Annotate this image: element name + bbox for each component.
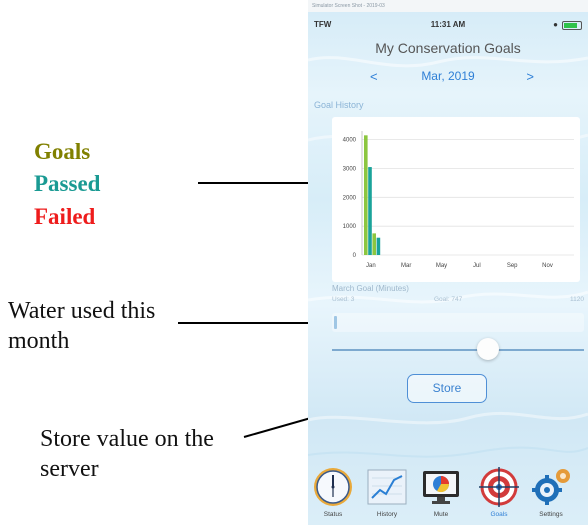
- water-used-progress-bar: [332, 313, 584, 332]
- y-tick-label: 2000: [343, 195, 357, 201]
- water-used-annotation: Water used this month: [8, 298, 156, 354]
- x-tick-label: Nov: [542, 263, 553, 269]
- y-tick-label: 4000: [343, 138, 357, 144]
- goal-history-chart: 0 1000 2000 3000 4000 Jan Mar May Jul Sep Nov: [332, 117, 580, 282]
- bar-goals: [364, 135, 368, 255]
- tab-label-status: Status: [323, 511, 343, 518]
- x-tick-label: May: [436, 263, 447, 269]
- trend-chart-icon: [367, 469, 407, 505]
- phone-screenshot: Simulator Screen Shot - 2019-03 TFW 11:3…: [308, 0, 588, 525]
- goal-value: Goal: 747: [434, 296, 463, 303]
- lock-icon: ●: [553, 20, 558, 29]
- tab-label-goals: Goals: [490, 511, 508, 518]
- goal-history-label: Goal History: [314, 100, 364, 110]
- tab-mute[interactable]: Mute: [416, 466, 466, 524]
- bar-passed: [368, 167, 372, 255]
- bar-used: [376, 237, 381, 255]
- legend-goals-label: Goals: [34, 139, 91, 164]
- target-icon: [479, 467, 519, 507]
- bar-failed: [372, 233, 376, 255]
- tab-label-settings: Settings: [539, 511, 563, 518]
- x-tick-label: Sep: [507, 263, 518, 269]
- used-value: Used: 3: [332, 296, 355, 303]
- gears-icon: [532, 469, 570, 505]
- x-tick-label: Mar: [401, 263, 411, 269]
- y-tick-label: 3000: [343, 166, 357, 172]
- y-tick-label: 1000: [343, 224, 357, 230]
- y-tick-label: 0: [353, 253, 357, 259]
- tab-label-history: History: [376, 511, 398, 518]
- page-title: My Conservation Goals: [375, 40, 521, 56]
- status-bar: TFW 11:31 AM ●: [308, 14, 588, 34]
- tab-history[interactable]: History: [362, 466, 412, 524]
- tab-status[interactable]: Status: [308, 466, 358, 524]
- bar-chart: 0 1000 2000 3000 4000 Jan Mar May Jul Sep Nov: [343, 131, 574, 269]
- status-time: 11:31 AM: [430, 20, 466, 29]
- tab-settings[interactable]: Settings: [526, 466, 576, 524]
- store-button[interactable]: Store: [407, 374, 487, 403]
- battery-icon: [562, 21, 582, 30]
- legend-passed-label: Passed: [34, 171, 101, 196]
- goal-slider-track[interactable]: [332, 349, 584, 351]
- progress-fill: [334, 316, 337, 329]
- tab-label-mute: Mute: [433, 511, 449, 518]
- clock-icon: [314, 468, 352, 506]
- tab-goals[interactable]: Goals: [474, 466, 524, 524]
- next-month-button[interactable]: >: [526, 69, 534, 84]
- max-value: 1120: [570, 296, 584, 303]
- monitor-pie-icon: [423, 471, 459, 504]
- legend-failed-label: Failed: [34, 204, 96, 229]
- screenshot-title-strip: Simulator Screen Shot - 2019-03: [308, 0, 588, 12]
- x-tick-label: Jul: [473, 263, 481, 269]
- store-value-annotation: Store value on the server: [40, 426, 214, 482]
- current-month: Mar, 2019: [421, 69, 475, 83]
- x-tick-label: Jan: [366, 263, 376, 269]
- goal-section-label: March Goal (Minutes): [332, 284, 409, 293]
